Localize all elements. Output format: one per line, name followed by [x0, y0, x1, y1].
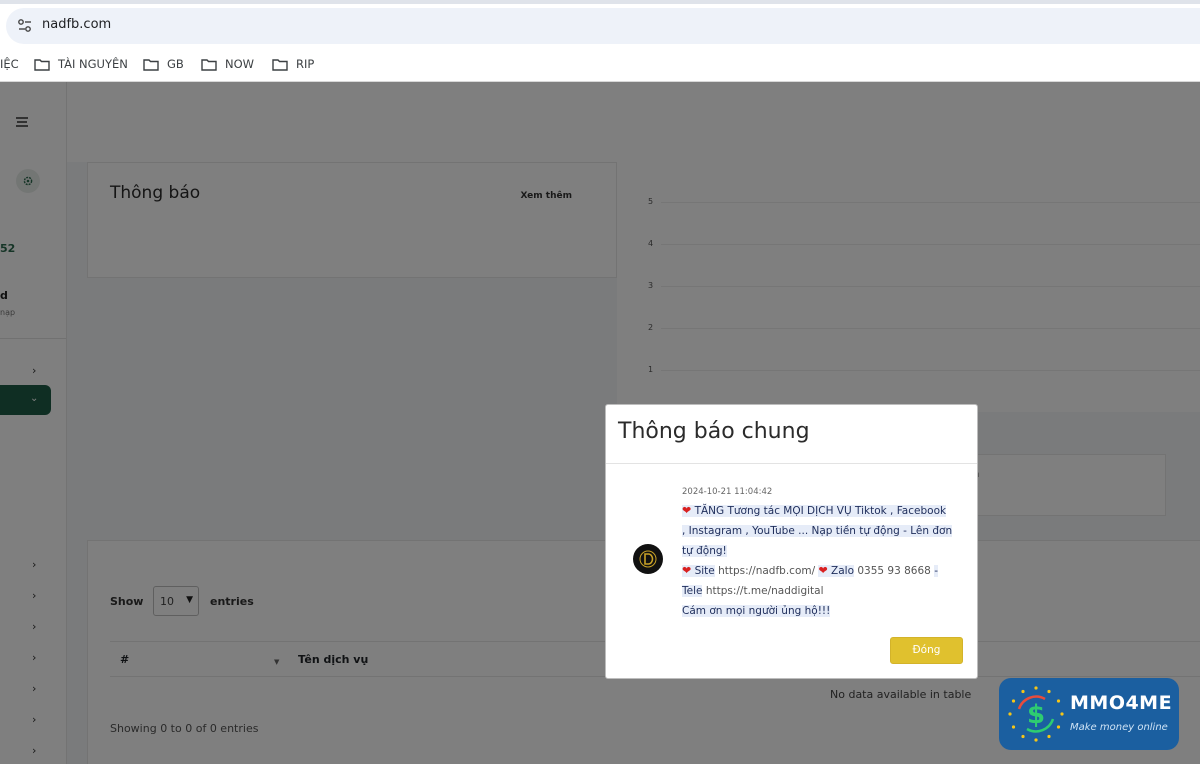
- close-button[interactable]: Đóng: [890, 637, 963, 664]
- separator-dash: -: [934, 565, 938, 577]
- bookmark-tai-nguyen[interactable]: TÀI NGUYÊN: [34, 54, 128, 74]
- heart-icon: ❤: [682, 564, 692, 577]
- bookmark-label: IỆC: [0, 57, 19, 71]
- promo-text-2: , Instagram , YouTube ... Nạp tiền tự độ…: [682, 525, 953, 537]
- promo-text-1: TĂNG Tương tác MỌI DỊCH VỤ Tiktok , Face…: [694, 505, 947, 517]
- bookmark-label: NOW: [225, 57, 255, 71]
- zalo-label: Zalo: [831, 565, 855, 577]
- url-field[interactable]: nadfb.com: [6, 8, 1200, 44]
- heart-icon: ❤: [818, 564, 828, 577]
- site-settings-icon[interactable]: [16, 17, 34, 35]
- svg-text:$: $: [1027, 700, 1045, 730]
- bookmark-gb[interactable]: GB: [143, 54, 184, 74]
- modal-header: Thông báo chung: [606, 405, 977, 464]
- modal-backdrop[interactable]: [0, 82, 1200, 764]
- bookmarks-bar: IỆC TÀI NGUYÊN GB NOW RIP: [0, 46, 1200, 82]
- message-timestamp: 2024-10-21 11:04:42: [682, 487, 773, 497]
- watermark-title: MMO4ME: [1070, 692, 1173, 714]
- announcement-modal: Thông báo chung 2024-10-21 11:04:42 ❤ TĂ…: [605, 404, 978, 679]
- bookmark-label: TÀI NGUYÊN: [58, 57, 128, 71]
- folder-icon: [34, 58, 50, 71]
- site-link[interactable]: https://nadfb.com/: [718, 565, 815, 577]
- logo-icon: [639, 550, 657, 568]
- folder-icon: [201, 58, 217, 71]
- mmo4me-watermark: $ MMO4ME Make money online: [999, 678, 1179, 750]
- announcement-message: 2024-10-21 11:04:42 ❤ TĂNG Tương tác MỌI…: [682, 487, 962, 621]
- avatar: [633, 544, 663, 574]
- site-label: Site: [694, 565, 715, 577]
- zalo-number: 0355 93 8668: [857, 565, 931, 577]
- tele-label: Tele: [682, 585, 703, 597]
- browser-address-bar: nadfb.com: [0, 0, 1200, 46]
- bookmark-label: GB: [167, 57, 184, 71]
- url-text: nadfb.com: [42, 17, 112, 32]
- bookmark-viec[interactable]: IỆC: [0, 54, 19, 74]
- promo-text-3: tự động!: [682, 545, 727, 557]
- mmo4me-logo-icon: $: [1008, 686, 1064, 742]
- bookmark-label: RIP: [296, 57, 315, 71]
- heart-icon: ❤: [682, 504, 692, 517]
- bookmark-now[interactable]: NOW: [201, 54, 254, 74]
- bookmark-rip[interactable]: RIP: [272, 54, 314, 74]
- tele-link[interactable]: https://t.me/naddigital: [706, 585, 824, 597]
- folder-icon: [272, 58, 288, 71]
- modal-title: Thông báo chung: [618, 419, 810, 444]
- folder-icon: [143, 58, 159, 71]
- thanks-text: Cám ơn mọi người ủng hộ!!!: [682, 605, 831, 617]
- watermark-subtitle: Make money online: [1070, 722, 1168, 733]
